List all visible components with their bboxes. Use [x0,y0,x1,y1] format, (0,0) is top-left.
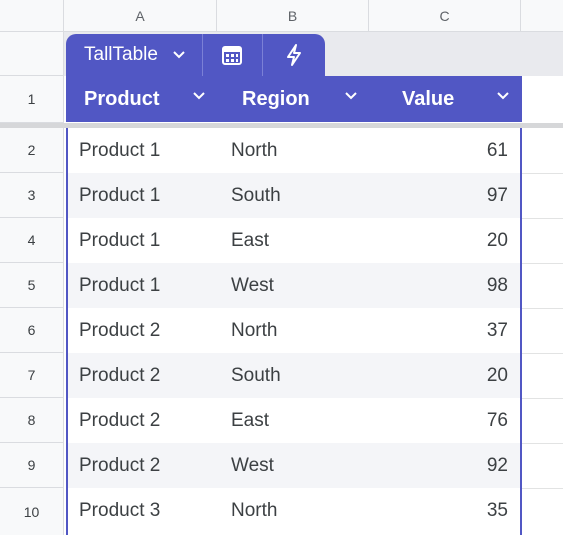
gridline [522,263,563,264]
row-header-4[interactable]: 4 [0,218,64,263]
column-header-d[interactable] [521,0,563,32]
table-name-tab[interactable]: TallTable [66,34,203,76]
table-row[interactable]: Product 1 West 98 [68,263,520,308]
row-header-3[interactable]: 3 [0,173,64,218]
column-header-a-label: A [135,7,145,24]
cell-region[interactable]: South [220,185,372,207]
row-number: 2 [27,142,36,158]
calculator-icon [222,46,243,65]
gridline [522,443,563,444]
cell-value[interactable]: 20 [372,230,520,252]
row-number: 5 [27,277,36,293]
cell-region[interactable]: North [220,320,372,342]
header-label: Product [84,87,160,110]
cell-value[interactable]: 76 [372,410,520,432]
cell-region[interactable]: North [220,140,372,162]
row-header-blank [0,32,64,76]
row-number: 7 [27,367,36,383]
column-header-c[interactable]: C [369,0,521,32]
row-header-5[interactable]: 5 [0,263,64,308]
row-header-10[interactable]: 10 [0,488,64,535]
header-label: Region [242,87,310,110]
cell-product[interactable]: Product 1 [68,140,220,162]
cell-value[interactable]: 35 [372,500,520,522]
cell-value[interactable]: 20 [372,365,520,387]
row-number: 9 [27,457,36,473]
cell-product[interactable]: Product 1 [68,275,220,297]
cell-product[interactable]: Product 2 [68,320,220,342]
row-number: 6 [27,322,36,338]
row-header-8[interactable]: 8 [0,398,64,443]
lightning-icon [286,44,301,66]
cell-value[interactable]: 98 [372,275,520,297]
cell-value[interactable]: 97 [372,185,520,207]
cell-product[interactable]: Product 1 [68,230,220,252]
column-header-a[interactable]: A [64,0,217,32]
column-header-b[interactable]: B [217,0,369,32]
table-row[interactable]: Product 2 East 76 [68,398,520,443]
table-body: Product 1 North 61 Product 1 South 97 Pr… [66,128,522,535]
column-header-value[interactable]: Value [370,76,522,122]
column-header-b-label: B [287,7,298,24]
cell-value[interactable]: 37 [372,320,520,342]
table-name: TallTable [84,44,158,65]
row-header-7[interactable]: 7 [0,353,64,398]
gridline [522,398,563,399]
column-header-product[interactable]: Product [66,76,218,122]
row-number: 1 [27,91,36,107]
select-all-corner[interactable] [0,0,64,32]
chevron-down-icon[interactable] [344,91,358,101]
table-tab-group: TallTable [66,34,325,76]
cell-region[interactable]: West [220,455,372,477]
table-actions-button[interactable] [262,34,325,76]
cell-product[interactable]: Product 1 [68,185,220,207]
cell-region[interactable]: South [220,365,372,387]
table-summary-button[interactable] [202,34,263,76]
chevron-down-icon[interactable] [192,91,206,101]
row-number: 10 [23,503,40,520]
column-header-c-label: C [439,7,450,24]
cell-region[interactable]: East [220,230,372,252]
cell-value[interactable]: 61 [372,140,520,162]
cell-product[interactable]: Product 3 [68,500,220,522]
cell-product[interactable]: Product 2 [68,365,220,387]
table-header-row: Product Region Value [66,76,522,122]
row-header-9[interactable]: 9 [0,443,64,488]
row-number: 3 [27,187,36,203]
gridline [522,218,563,219]
row-header-2[interactable]: 2 [0,128,64,173]
row-number: 8 [27,412,36,428]
table-row[interactable]: Product 3 North 35 [68,488,520,533]
cell-region[interactable]: West [220,275,372,297]
cell-region[interactable]: East [220,410,372,432]
gridline [522,173,563,174]
cell-region[interactable]: North [220,500,372,522]
cell-value[interactable]: 92 [372,455,520,477]
table-row[interactable]: Product 2 North 37 [68,308,520,353]
row-number: 4 [27,232,36,248]
table-row[interactable]: Product 1 East 20 [68,218,520,263]
table-toolbar: TallTable [64,32,563,76]
table-row[interactable]: Product 2 South 20 [68,353,520,398]
row-header-1[interactable]: 1 [0,76,64,123]
gridline [522,488,563,489]
chevron-down-icon [173,51,185,59]
column-header-region[interactable]: Region [218,76,370,122]
gridline [522,353,563,354]
cell-product[interactable]: Product 2 [68,410,220,432]
cell-product[interactable]: Product 2 [68,455,220,477]
header-label: Value [402,87,455,110]
gridline [522,308,563,309]
table-row[interactable]: Product 2 West 92 [68,443,520,488]
row-header-6[interactable]: 6 [0,308,64,353]
table-row[interactable]: Product 1 South 97 [68,173,520,218]
chevron-down-icon[interactable] [496,91,510,101]
table-row[interactable]: Product 1 North 61 [68,128,520,173]
